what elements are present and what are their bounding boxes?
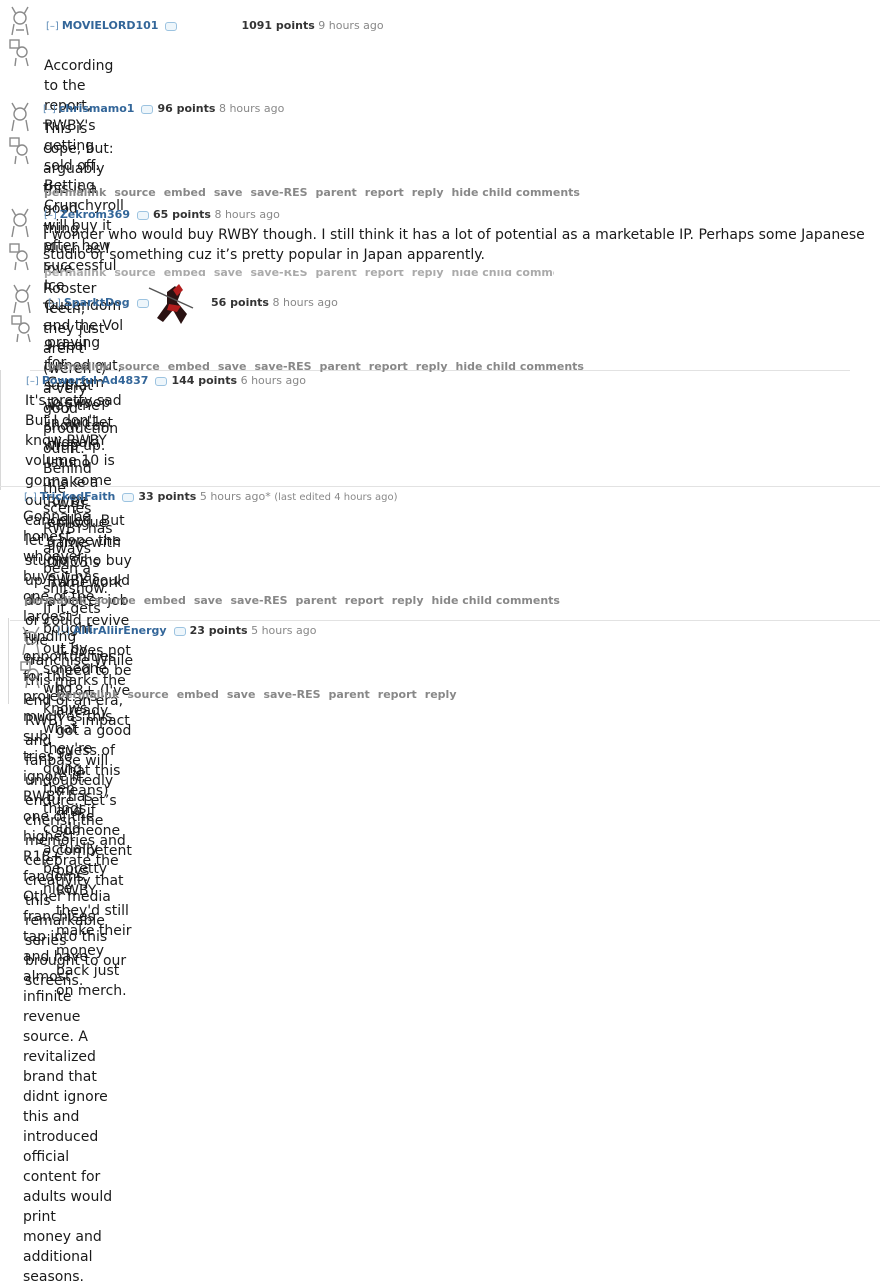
collapse-toggle[interactable]: [–]: [48, 298, 61, 309]
avatar: [9, 243, 29, 271]
score: 23 points: [189, 624, 248, 637]
hide-child-button[interactable]: hide child comments: [452, 186, 580, 199]
clipped-buttons: permalink source embed save save-RES parent re…: [44, 270, 554, 278]
embed-button[interactable]: embed: [164, 186, 206, 199]
thread-line: [0, 370, 1, 490]
source-button[interactable]: source: [94, 594, 135, 607]
permalink-button[interactable]: permalink: [44, 186, 106, 199]
flair-icon: [141, 104, 154, 114]
timestamp: 8 hours ago: [214, 208, 280, 221]
hide-child-button[interactable]: hide child comments: [456, 360, 584, 373]
permalink-button[interactable]: permalink: [44, 270, 106, 278]
source-button[interactable]: source: [127, 688, 168, 701]
author-link[interactable]: Zekrom369: [60, 208, 130, 221]
source-button[interactable]: source: [114, 186, 155, 199]
avatar: [22, 626, 40, 656]
reply-button[interactable]: reply: [425, 688, 457, 701]
timestamp: 6 hours ago: [240, 374, 306, 387]
save-button[interactable]: save: [214, 270, 243, 278]
embed-button[interactable]: embed: [164, 270, 206, 278]
save-res-button[interactable]: save-RES: [250, 186, 307, 199]
permalink-button[interactable]: permalink: [57, 688, 119, 701]
edited-note: (last edited 4 hours ago): [274, 492, 398, 503]
character-flair-icon: [148, 284, 194, 324]
comment-buttons: permalink source embed save save-RES parent re…: [48, 360, 592, 373]
embed-button[interactable]: embed: [168, 360, 210, 373]
score: 33 points: [138, 490, 197, 503]
collapse-toggle[interactable]: [–]: [43, 104, 56, 115]
author-link[interactable]: MOVIELORD101: [62, 19, 159, 32]
author-link[interactable]: chrismamo1: [59, 102, 135, 115]
avatar: [11, 6, 29, 36]
comment-buttons: permalink source embed save save-RES parent re…: [57, 688, 465, 701]
save-res-button[interactable]: save-RES: [250, 270, 307, 278]
parent-button[interactable]: parent: [316, 186, 357, 199]
author-link[interactable]: SparktDog: [64, 296, 130, 309]
avatar: [9, 137, 29, 165]
comment-divider: [10, 620, 880, 621]
flair-icon: [122, 492, 135, 502]
avatar: [9, 39, 29, 67]
collapse-toggle[interactable]: [–]: [24, 492, 37, 503]
permalink-button[interactable]: permalink: [48, 360, 110, 373]
score: 144 points: [171, 374, 238, 387]
timestamp: 8 hours ago: [218, 102, 285, 115]
flair-icon: [165, 21, 178, 31]
reply-button[interactable]: reply: [412, 270, 444, 278]
save-button[interactable]: save: [218, 360, 247, 373]
reply-button[interactable]: reply: [412, 186, 444, 199]
thread-line: [8, 618, 9, 704]
timestamp: 8 hours ago: [272, 296, 338, 309]
collapse-toggle[interactable]: [–]: [26, 376, 39, 387]
reply-button[interactable]: reply: [416, 360, 448, 373]
timestamp: 9 hours ago: [318, 19, 384, 32]
author-link[interactable]: Powerful-Ad4837: [42, 374, 149, 387]
avatar: [13, 284, 31, 314]
author-link[interactable]: AliirAliirEnergy: [73, 624, 167, 637]
timestamp: 5 hours ago*: [199, 490, 271, 503]
save-button[interactable]: save: [194, 594, 223, 607]
report-button[interactable]: report: [345, 594, 384, 607]
report-button[interactable]: report: [365, 186, 404, 199]
timestamp: 5 hours ago: [251, 624, 317, 637]
avatar: [20, 661, 40, 689]
avatar: [11, 315, 31, 343]
avatar: [11, 102, 29, 132]
score: 56 points: [211, 296, 269, 309]
parent-button[interactable]: parent: [316, 270, 357, 278]
parent-button[interactable]: parent: [296, 594, 337, 607]
hide-child-button[interactable]: hide child comments: [452, 270, 555, 278]
hide-child-button[interactable]: hide child comments: [432, 594, 560, 607]
parent-button[interactable]: parent: [329, 688, 370, 701]
reply-button[interactable]: reply: [392, 594, 424, 607]
comment-buttons: permalink source embed save save-RES parent re…: [44, 186, 588, 199]
flair-icon: [136, 210, 149, 220]
save-res-button[interactable]: save-RES: [254, 360, 311, 373]
collapse-toggle[interactable]: [–]: [44, 210, 57, 221]
report-button[interactable]: report: [378, 688, 417, 701]
score: 96 points: [157, 102, 216, 115]
author-link[interactable]: TrickedFaith: [40, 490, 116, 503]
collapse-toggle[interactable]: [–]: [46, 21, 59, 32]
save-button[interactable]: save: [214, 186, 243, 199]
score: 65 points: [152, 208, 211, 221]
score: 1091 points: [241, 19, 315, 32]
source-button[interactable]: source: [118, 360, 159, 373]
flair-icon: [155, 376, 168, 386]
comment-body: I wonder who would buy RWBY though. I st…: [43, 227, 865, 263]
source-button[interactable]: source: [114, 270, 155, 278]
comment-buttons: permalink source embed save save-RES parent re…: [24, 594, 568, 607]
avatar: [11, 208, 29, 238]
report-button[interactable]: report: [365, 270, 404, 278]
flair-icon: [173, 626, 186, 636]
embed-button[interactable]: embed: [177, 688, 219, 701]
parent-button[interactable]: parent: [320, 360, 361, 373]
permalink-button[interactable]: permalink: [24, 594, 86, 607]
embed-button[interactable]: embed: [144, 594, 186, 607]
report-button[interactable]: report: [369, 360, 408, 373]
collapse-toggle[interactable]: [–]: [57, 626, 70, 637]
save-res-button[interactable]: save-RES: [263, 688, 320, 701]
save-button[interactable]: save: [227, 688, 256, 701]
save-res-button[interactable]: save-RES: [230, 594, 287, 607]
